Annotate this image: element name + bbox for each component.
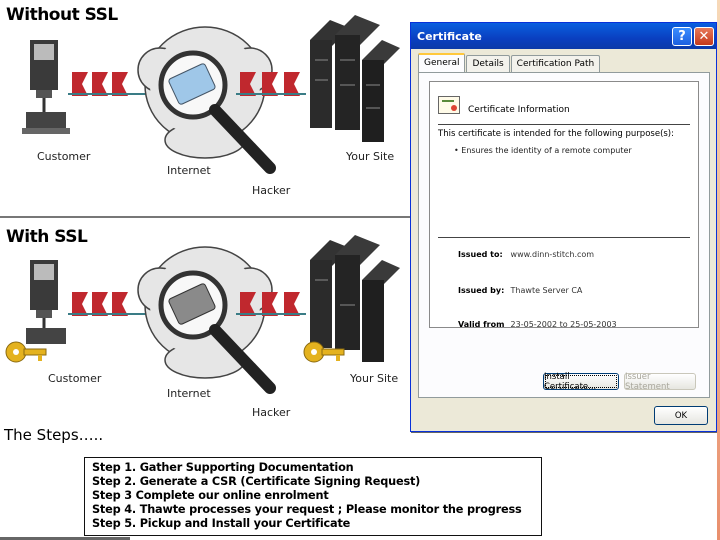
steps-title: The Steps…..	[4, 426, 104, 444]
dialog-title: Certificate	[417, 29, 482, 43]
tab-general[interactable]: General	[418, 53, 466, 72]
data-packets-right	[236, 292, 306, 316]
customer-computer-icon	[26, 260, 66, 344]
help-button[interactable]: ?	[672, 26, 692, 46]
install-certificate-button[interactable]: Install Certificate...	[543, 372, 619, 392]
customer-key-icon	[5, 341, 47, 363]
certificate-info-box: Certificate Information This certificate…	[429, 81, 699, 329]
data-packets-right	[236, 72, 306, 96]
your-site-label: Your Site	[350, 372, 399, 385]
internet-label: Internet	[167, 387, 211, 400]
close-button[interactable]: ✕	[694, 26, 714, 46]
hacker-label: Hacker	[252, 184, 291, 197]
internet-label: Internet	[167, 164, 211, 177]
hacker-label: Hacker	[252, 406, 291, 419]
server-rack-icon	[310, 15, 400, 142]
step-item: Step 5. Pickup and Install your Certific…	[92, 517, 351, 530]
customer-label: Customer	[37, 150, 91, 163]
data-packets-left	[68, 292, 148, 316]
without-ssl-diagram	[22, 15, 400, 174]
section-divider	[0, 216, 410, 218]
purpose-item: • Ensures the identity of a remote compu…	[454, 146, 632, 155]
data-packets-left	[68, 72, 148, 96]
step-item: Step 1. Gather Supporting Documentation	[92, 461, 354, 474]
valid-row: Valid from 23-05-2002 to 25-05-2003	[458, 320, 617, 329]
certificate-dialog: Certificate ? ✕ General Details Certific…	[410, 22, 717, 432]
step-item: Step 3 Complete our online enrolment	[92, 489, 329, 502]
customer-computer-icon	[22, 40, 70, 134]
tab-certification-path[interactable]: Certification Path	[510, 55, 601, 72]
issued-by-value: Thawte Server CA	[510, 286, 583, 295]
purpose-label: This certificate is intended for the fol…	[438, 129, 674, 139]
dialog-tabs: General Details Certification Path	[418, 53, 601, 72]
customer-label: Customer	[48, 372, 102, 385]
your-site-label: Your Site	[346, 150, 395, 163]
issued-to-label: Issued to:	[458, 250, 503, 259]
issued-by-label: Issued by:	[458, 286, 505, 295]
tab-details[interactable]: Details	[466, 55, 510, 72]
issuer-statement-button[interactable]: Issuer Statement	[624, 372, 696, 392]
info-divider	[438, 237, 690, 238]
valid-range-value: 23-05-2002 to 25-05-2003	[510, 320, 617, 329]
issued-by-row: Issued by: Thawte Server CA	[458, 286, 582, 295]
step-item: Step 4. Thawte processes your request ; …	[92, 503, 522, 516]
ok-button[interactable]: OK	[654, 406, 708, 425]
dialog-titlebar[interactable]: Certificate ? ✕	[411, 23, 716, 49]
steps-list: Step 1. Gather Supporting Documentation …	[84, 457, 542, 536]
general-tab-panel: Certificate Information This certificate…	[418, 72, 710, 398]
issued-to-value: www.dinn-stitch.com	[510, 250, 595, 259]
certificate-info-heading: Certificate Information	[468, 105, 570, 115]
issued-to-row: Issued to: www.dinn-stitch.com	[458, 250, 594, 259]
info-divider	[438, 124, 690, 125]
valid-from-label: Valid from	[458, 320, 505, 329]
step-item: Step 2. Generate a CSR (Certificate Sign…	[92, 475, 421, 488]
server-rack-icon	[310, 235, 400, 362]
certificate-icon	[438, 96, 460, 114]
